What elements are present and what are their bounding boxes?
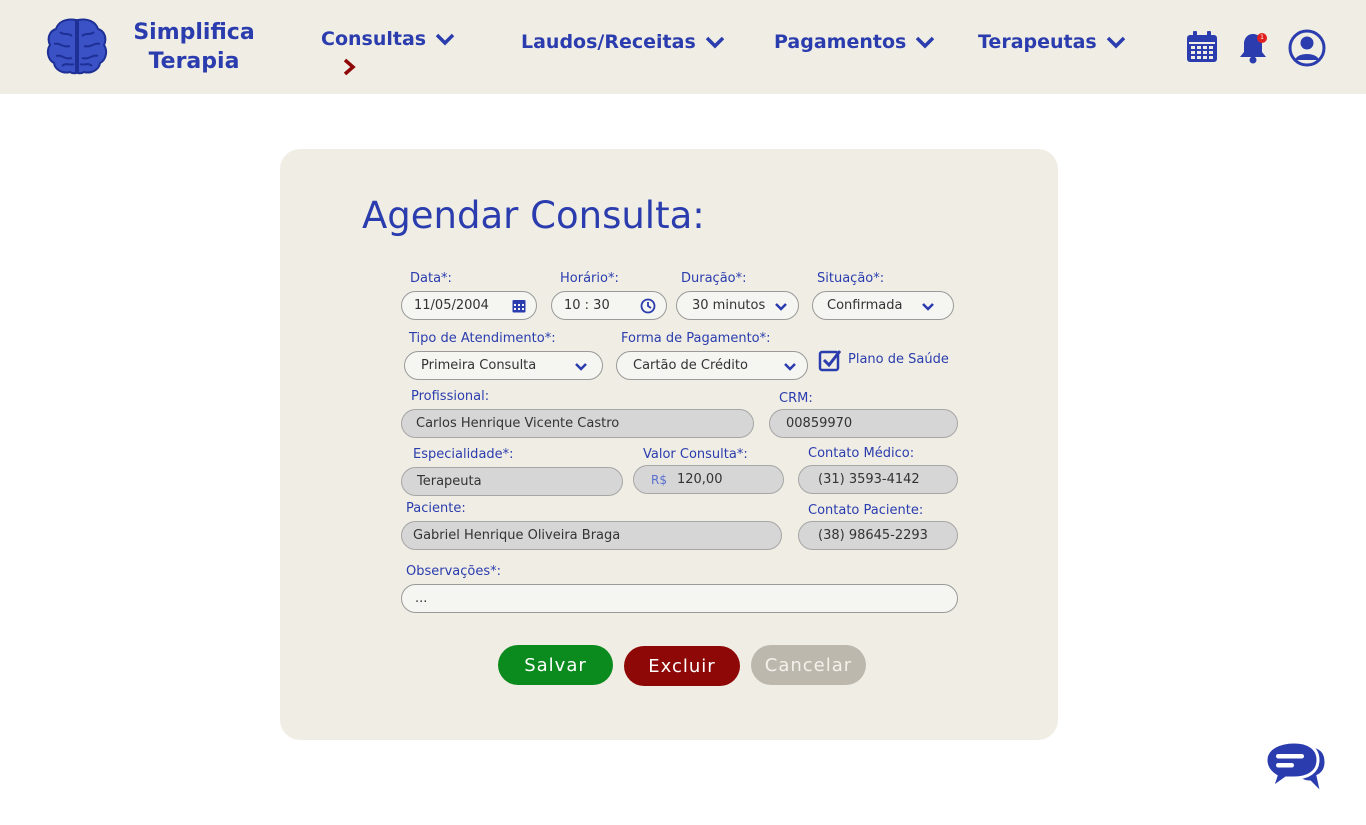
time-field[interactable]: 10 : 30: [551, 291, 667, 320]
health-plan-label[interactable]: Plano de Saúde: [848, 352, 949, 367]
professional-value: Carlos Henrique Vicente Castro: [416, 416, 620, 431]
doctor-contact-field[interactable]: (31) 3593-4142: [798, 465, 958, 494]
professional-field[interactable]: Carlos Henrique Vicente Castro: [401, 409, 754, 438]
status-select[interactable]: Confirmada: [812, 291, 954, 320]
service-type-value: Primeira Consulta: [421, 358, 537, 373]
calendar-small-icon[interactable]: [512, 298, 526, 313]
health-plan-checkbox[interactable]: [818, 348, 842, 372]
patient-contact-value: (38) 98645-2293: [818, 528, 928, 543]
duration-value: 30 minutos: [692, 298, 766, 313]
date-value: 11/05/2004: [414, 298, 489, 313]
professional-label: Profissional:: [411, 389, 490, 404]
nav-terapeutas[interactable]: Terapeutas: [978, 31, 1127, 53]
patient-label: Paciente:: [406, 501, 466, 516]
crm-label: CRM:: [779, 391, 813, 406]
date-label: Data*:: [410, 271, 452, 286]
patient-field[interactable]: Gabriel Henrique Oliveira Braga: [401, 521, 782, 550]
brain-logo-icon[interactable]: [46, 16, 108, 76]
crm-value: 00859970: [786, 416, 853, 431]
price-value: 120,00: [676, 472, 723, 487]
payment-method-label: Forma de Pagamento*:: [621, 331, 771, 346]
brand-line-1: Simplifica: [133, 20, 255, 45]
nav-consultas[interactable]: Consultas: [321, 28, 456, 50]
chevron-down-icon: [916, 36, 935, 49]
currency-prefix: R$: [651, 472, 667, 487]
doctor-contact-value: (31) 3593-4142: [818, 472, 920, 487]
service-type-select[interactable]: Primeira Consulta: [404, 351, 603, 380]
date-field[interactable]: 11/05/2004: [401, 291, 537, 320]
notes-label: Observações*:: [406, 564, 502, 579]
notification-badge: 1: [1257, 33, 1267, 43]
chevron-down-icon: [575, 363, 587, 371]
nav-pagamentos[interactable]: Pagamentos: [774, 31, 936, 53]
specialty-label: Especialidade*:: [413, 447, 514, 462]
nav-pagamentos-label: Pagamentos: [774, 31, 907, 53]
calendar-icon[interactable]: [1186, 31, 1218, 63]
brand-name[interactable]: Simplifica Terapia: [128, 18, 260, 76]
crm-field[interactable]: 00859970: [769, 409, 958, 438]
chevron-down-icon: [435, 33, 455, 46]
brand-line-2: Terapia: [148, 49, 240, 74]
chevron-down-icon: [1106, 36, 1125, 49]
cancel-button[interactable]: Cancelar: [751, 645, 866, 685]
specialty-field[interactable]: Terapeuta: [401, 467, 623, 496]
nav-consultas-label: Consultas: [321, 28, 427, 50]
page-title: Agendar Consulta:: [362, 194, 705, 237]
chevron-down-icon: [784, 363, 796, 371]
status-label: Situação*:: [817, 271, 885, 286]
nav-laudos-receitas[interactable]: Laudos/Receitas: [521, 31, 726, 53]
notification-bell[interactable]: 1: [1238, 32, 1270, 66]
duration-label: Duração*:: [681, 271, 747, 286]
time-value: 10 : 30: [564, 298, 610, 313]
payment-method-select[interactable]: Cartão de Crédito: [616, 351, 808, 380]
patient-value: Gabriel Henrique Oliveira Braga: [413, 528, 621, 543]
notes-value: ...: [415, 591, 428, 606]
price-field[interactable]: R$ 120,00: [633, 465, 784, 494]
chat-icon[interactable]: [1262, 740, 1328, 798]
delete-button[interactable]: Excluir: [624, 646, 740, 686]
chevron-down-icon: [705, 36, 724, 49]
chevron-down-icon: [775, 303, 787, 311]
chevron-right-icon[interactable]: [342, 58, 356, 76]
clock-icon[interactable]: [640, 298, 656, 314]
service-type-label: Tipo de Atendimento*:: [409, 331, 556, 346]
user-avatar-icon[interactable]: [1288, 29, 1326, 67]
top-header: Simplifica Terapia Consultas Laudos/Rece…: [0, 0, 1366, 94]
duration-select[interactable]: 30 minutos: [676, 291, 799, 320]
time-label: Horário*:: [560, 271, 619, 286]
specialty-value: Terapeuta: [417, 474, 482, 489]
chevron-down-icon: [922, 303, 934, 311]
doctor-contact-label: Contato Médico:: [808, 446, 915, 461]
payment-method-value: Cartão de Crédito: [633, 358, 748, 373]
nav-laudos-label: Laudos/Receitas: [521, 31, 696, 53]
notes-field[interactable]: ...: [401, 584, 958, 613]
patient-contact-label: Contato Paciente:: [808, 503, 924, 518]
patient-contact-field[interactable]: (38) 98645-2293: [798, 521, 958, 550]
price-label: Valor Consulta*:: [643, 447, 748, 462]
save-button[interactable]: Salvar: [498, 645, 613, 685]
nav-terapeutas-label: Terapeutas: [978, 31, 1097, 53]
status-value: Confirmada: [827, 298, 903, 313]
